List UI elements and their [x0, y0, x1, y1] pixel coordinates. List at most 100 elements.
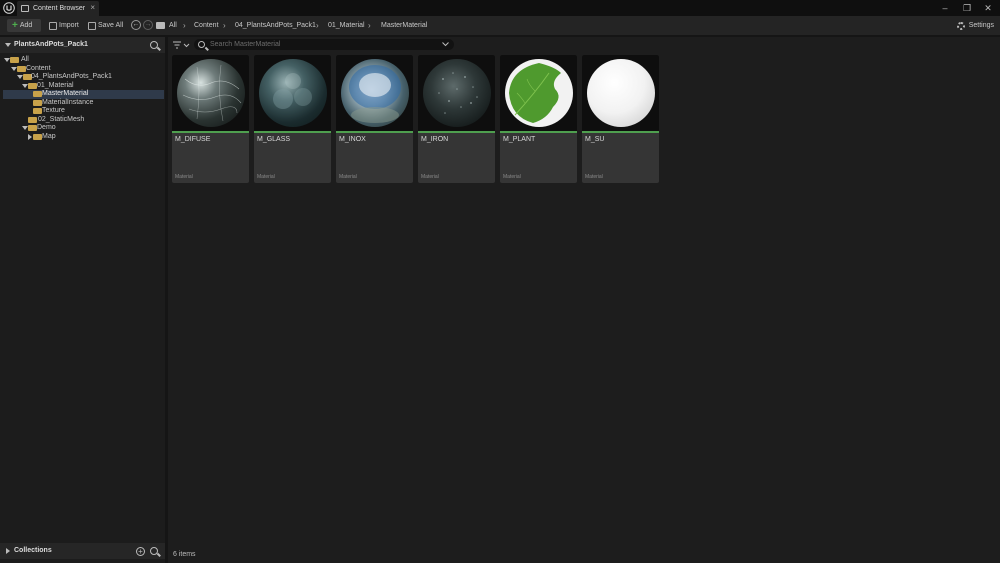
breadcrumb-item-material[interactable]: 01_Material — [328, 19, 365, 32]
asset-type: Material — [257, 174, 275, 180]
asset-tile-m-su[interactable]: M_SU Material — [582, 55, 659, 183]
collections-header[interactable]: Collections + — [0, 543, 165, 559]
breadcrumb-separator-icon[interactable]: › — [183, 19, 186, 32]
asset-thumbnail — [500, 55, 577, 131]
asset-name: M_DIFUSE — [175, 136, 211, 143]
breadcrumb-separator-icon[interactable]: › — [223, 19, 226, 32]
tree-item-map[interactable]: Map — [3, 133, 164, 142]
sources-panel: PlantsAndPots_Pack1 All Content 04_Plant… — [0, 37, 165, 563]
material-sphere — [423, 59, 491, 127]
asset-thumbnail — [582, 55, 659, 131]
tab-close-icon[interactable]: × — [90, 3, 95, 12]
asset-name: M_IRON — [421, 136, 449, 143]
search-input[interactable]: Search MasterMaterial — [194, 39, 454, 50]
material-sphere — [587, 59, 655, 127]
add-collection-icon[interactable]: + — [136, 547, 145, 556]
search-icon — [198, 41, 205, 48]
sources-title: PlantsAndPots_Pack1 — [14, 41, 88, 48]
asset-type: Material — [421, 174, 439, 180]
save-icon — [88, 21, 96, 30]
asset-thumbnail — [254, 55, 331, 131]
search-icon[interactable] — [150, 41, 158, 49]
asset-type-bar — [418, 131, 495, 133]
asset-tile-m-glass[interactable]: M_GLASS Material — [254, 55, 331, 183]
folder-icon — [17, 65, 26, 72]
import-button-label: Import — [59, 22, 79, 29]
item-count: 6 items — [173, 551, 196, 558]
folder-icon — [28, 125, 37, 131]
restore-button[interactable]: ❐ — [960, 2, 974, 14]
asset-name: M_SU — [585, 136, 605, 143]
chevron-down-icon[interactable] — [5, 43, 11, 47]
search-placeholder: Search MasterMaterial — [210, 41, 281, 48]
asset-type: Material — [585, 174, 603, 180]
folder-icon — [28, 116, 37, 123]
tree-item-materialinstance[interactable]: MaterialInstance — [3, 99, 164, 108]
folder-icon — [28, 82, 37, 89]
asset-tile-m-difuse[interactable]: M_DIFUSE Material — [172, 55, 249, 183]
asset-name: M_GLASS — [257, 136, 291, 143]
settings-button[interactable]: Settings — [956, 19, 994, 32]
tree-item-02-staticmesh[interactable]: 02_StaticMesh — [3, 116, 164, 125]
material-sphere — [259, 59, 327, 127]
tree-item-pack[interactable]: 04_PlantsAndPots_Pack1 — [3, 73, 164, 82]
settings-label: Settings — [968, 22, 994, 29]
breadcrumb-item-pack[interactable]: 04_PlantsAndPots_Pack1 — [235, 19, 316, 32]
tab-content-browser[interactable]: Content Browser × — [17, 1, 99, 16]
title-bar: Content Browser × – ❐ ✕ — [0, 0, 1000, 16]
search-icon[interactable] — [150, 547, 158, 555]
asset-type: Material — [339, 174, 357, 180]
chevron-right-icon[interactable] — [28, 133, 32, 140]
folder-icon — [10, 57, 19, 63]
material-sphere — [177, 59, 245, 127]
asset-thumbnail — [336, 55, 413, 131]
asset-thumbnail — [418, 55, 495, 131]
tree-item-demo[interactable]: Demo — [3, 124, 164, 133]
save-all-button[interactable]: Save All — [88, 19, 123, 32]
asset-type: Material — [175, 174, 193, 180]
breadcrumb-separator-icon[interactable]: › — [316, 19, 319, 32]
folder-icon[interactable] — [156, 22, 165, 29]
asset-name: M_PLANT — [503, 136, 536, 143]
toolbar: + Add Import Save All ← → All › Content … — [0, 16, 1000, 35]
content-browser-icon — [21, 5, 29, 12]
folder-icon — [33, 91, 42, 97]
sources-header[interactable]: PlantsAndPots_Pack1 — [0, 37, 165, 53]
folder-icon — [33, 133, 42, 140]
material-sphere — [341, 59, 409, 127]
history-back-icon[interactable]: ← — [131, 20, 141, 30]
tab-label: Content Browser — [33, 5, 86, 12]
close-window-button[interactable]: ✕ — [981, 2, 995, 14]
save-all-label: Save All — [98, 22, 124, 29]
asset-view: Search MasterMaterial M_DIFUSE Material — [168, 37, 1000, 563]
asset-type-bar — [582, 131, 659, 133]
breadcrumb-item-content[interactable]: Content — [194, 19, 219, 32]
asset-tile-m-inox[interactable]: M_INOX Material — [336, 55, 413, 183]
breadcrumb-separator-icon[interactable]: › — [368, 19, 371, 32]
add-button-label: Add — [19, 22, 33, 29]
breadcrumb-item-all[interactable]: All — [169, 19, 177, 32]
asset-type-bar — [336, 131, 413, 133]
import-icon — [49, 21, 57, 30]
asset-thumbnail — [172, 55, 249, 131]
asset-type-bar — [172, 131, 249, 133]
asset-type-bar — [254, 131, 331, 133]
chevron-down-icon[interactable] — [442, 42, 449, 47]
tree-item-label: Map — [42, 132, 56, 140]
chevron-right-icon[interactable] — [6, 548, 10, 554]
asset-tile-m-iron[interactable]: M_IRON Material — [418, 55, 495, 183]
import-button[interactable]: Import — [49, 19, 79, 32]
plus-icon: + — [12, 19, 18, 31]
history-forward-icon[interactable]: → — [143, 20, 153, 30]
asset-type: Material — [503, 174, 521, 180]
folder-icon — [33, 108, 42, 114]
material-sphere — [505, 59, 573, 127]
asset-tile-m-plant[interactable]: M_PLANT Material — [500, 55, 577, 183]
folder-icon — [33, 99, 42, 106]
gear-icon — [956, 21, 965, 30]
breadcrumb-item-mastermaterial[interactable]: MasterMaterial — [381, 19, 427, 32]
add-button[interactable]: + Add — [7, 19, 41, 32]
filter-button[interactable] — [173, 40, 191, 50]
asset-name: M_INOX — [339, 136, 366, 143]
minimize-button[interactable]: – — [938, 2, 952, 14]
